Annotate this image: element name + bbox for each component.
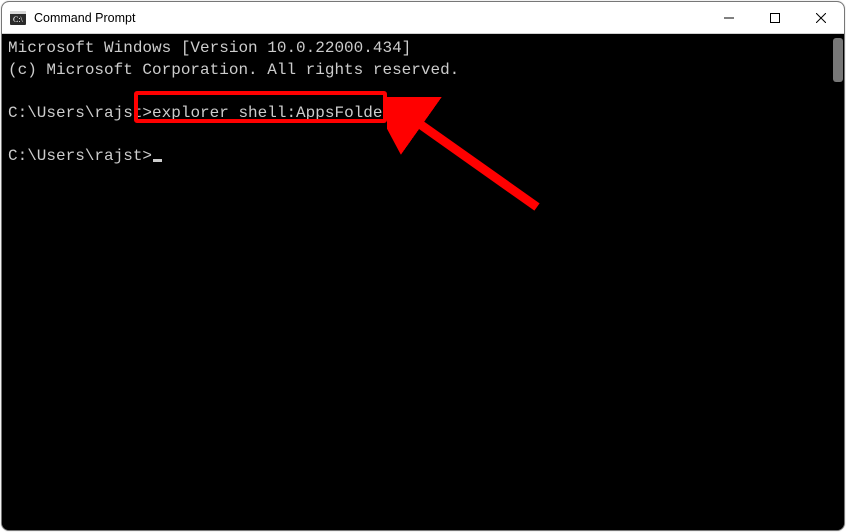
scrollbar-thumb[interactable]	[833, 38, 843, 82]
maximize-button[interactable]	[752, 2, 798, 33]
svg-text:C:\: C:\	[13, 15, 24, 24]
terminal-output[interactable]: Microsoft Windows [Version 10.0.22000.43…	[2, 34, 844, 530]
version-line: Microsoft Windows [Version 10.0.22000.43…	[8, 39, 411, 57]
command-entered: explorer shell:AppsFolder	[152, 104, 392, 122]
prompt-2: C:\Users\rajst>	[8, 147, 152, 165]
prompt-1-prefix: C:\Users\rajst>	[8, 104, 152, 122]
window-controls	[706, 2, 844, 33]
window-title: Command Prompt	[34, 11, 706, 25]
copyright-line: (c) Microsoft Corporation. All rights re…	[8, 61, 459, 79]
command-prompt-window: C:\ Command Prompt Microsoft Windows [Ve…	[1, 1, 845, 531]
minimize-button[interactable]	[706, 2, 752, 33]
text-cursor	[153, 159, 162, 162]
titlebar[interactable]: C:\ Command Prompt	[2, 2, 844, 34]
close-button[interactable]	[798, 2, 844, 33]
cmd-icon: C:\	[10, 10, 26, 26]
